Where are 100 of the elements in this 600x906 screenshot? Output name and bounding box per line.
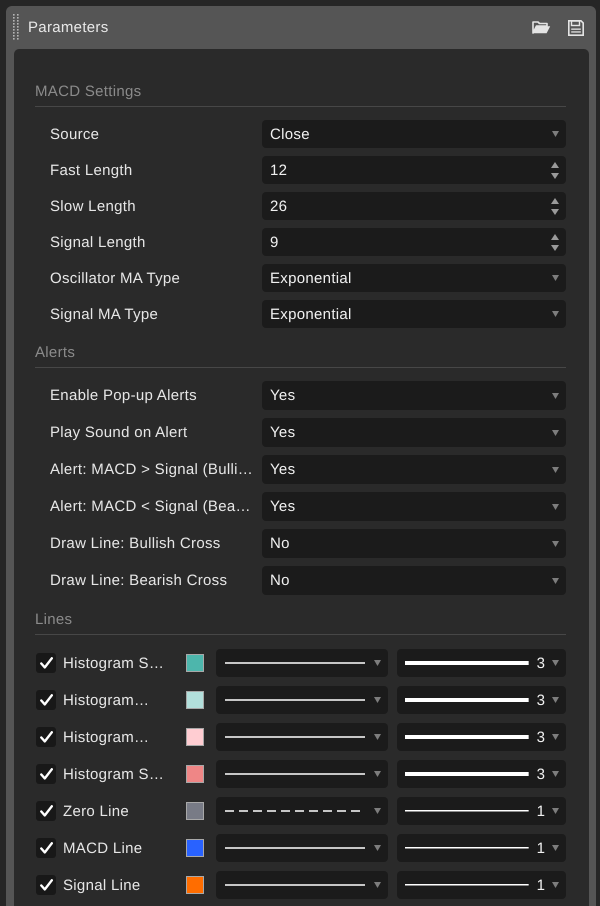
swatch-icon[interactable] [186,839,204,857]
swatch-icon[interactable] [186,691,204,709]
field-label: Signal MA Type [50,306,158,322]
caret-icon [552,882,559,888]
field-label: Alert: MACD < Signal (Bea… [50,498,251,515]
checkmark-icon [40,731,52,743]
caret-icon [552,578,559,584]
field-label: Enable Pop-up Alerts [50,387,197,404]
checkmark-icon [40,657,52,669]
select-dropdown[interactable]: Yes [262,492,566,521]
select-dropdown[interactable]: Yes [262,418,566,447]
checkmark-icon [40,768,52,780]
caret-icon [552,540,559,546]
checkmark-icon [40,694,52,706]
field-label: Slow Length [50,198,136,214]
checkmark-icon [40,805,52,817]
caret-icon [552,697,559,703]
caret-icon [374,734,381,740]
line-preview-icon [405,661,529,665]
line-label: Histogram… [63,728,150,746]
swatch-icon[interactable] [186,728,204,746]
select-dropdown[interactable]: Close [262,120,566,148]
line-preview-icon [405,698,529,702]
caret-icon [552,771,559,777]
line-style-dropdown[interactable] [216,649,388,677]
line-preview-icon [405,772,529,776]
checkbox[interactable] [36,875,56,895]
line-label: Histogram S… [63,766,164,782]
caret-icon [552,845,559,851]
caret-icon [552,392,559,398]
line-preview-icon [405,810,529,812]
checkbox[interactable] [36,801,56,821]
caret-icon [552,734,559,740]
line-width-dropdown[interactable]: 3 [397,649,566,677]
line-width-dropdown[interactable]: 3 [397,760,566,788]
caret-icon [552,808,559,814]
line-style-dropdown[interactable] [216,686,388,714]
caret-icon [374,845,381,851]
swatch-icon[interactable] [186,802,204,820]
line-style-dropdown[interactable] [216,834,388,862]
stepper-icon[interactable] [551,198,559,214]
checkmark-icon [40,842,52,854]
number-input[interactable]: 12 [262,156,566,184]
line-label: Zero Line [63,802,130,820]
field-label: Oscillator MA Type [50,270,180,286]
checkbox[interactable] [36,727,56,747]
caret-icon [374,771,381,777]
stepper-icon[interactable] [551,234,559,250]
caret-icon [552,311,559,317]
number-input[interactable]: 9 [262,228,566,256]
caret-icon [552,466,559,472]
line-width-dropdown[interactable]: 3 [397,723,566,751]
caret-icon [374,660,381,666]
line-width-dropdown[interactable]: 1 [397,797,566,825]
select-dropdown[interactable]: Yes [262,381,566,410]
field-label: Signal Length [50,234,146,250]
caret-icon [374,808,381,814]
caret-icon [552,275,559,281]
line-label: Signal Line [63,876,141,894]
caret-icon [552,504,559,510]
number-input[interactable]: 26 [262,192,566,220]
line-label: Histogram… [63,692,150,708]
field-label: Alert: MACD > Signal (Bulli… [50,461,254,478]
checkbox[interactable] [36,653,56,673]
select-dropdown[interactable]: No [262,566,566,595]
grip-icon[interactable] [13,14,19,41]
folder-icon[interactable] [532,21,551,34]
line-label: Histogram S… [63,654,164,672]
swatch-icon[interactable] [186,654,204,672]
line-style-dropdown[interactable] [216,723,388,751]
caret-icon [552,131,559,137]
swatch-icon[interactable] [186,876,204,894]
line-width-dropdown[interactable]: 3 [397,686,566,714]
line-label: MACD Line [63,840,142,856]
section-heading: Alerts [35,344,76,361]
line-style-dropdown[interactable] [216,871,388,899]
select-dropdown[interactable]: Exponential [262,300,566,328]
checkbox[interactable] [36,764,56,784]
caret-icon [374,882,381,888]
caret-icon [552,660,559,666]
caret-icon [374,697,381,703]
checkbox[interactable] [36,690,56,710]
select-dropdown[interactable]: Exponential [262,264,566,292]
field-label: Fast Length [50,162,133,178]
save-icon[interactable] [568,20,584,36]
line-style-dropdown[interactable] [216,760,388,788]
section-heading: Lines [35,611,72,628]
line-width-dropdown[interactable]: 1 [397,871,566,899]
stepper-icon[interactable] [551,162,559,178]
line-width-dropdown[interactable]: 1 [397,834,566,862]
select-dropdown[interactable]: No [262,529,566,558]
swatch-icon[interactable] [186,765,204,783]
line-preview-icon [405,884,529,886]
field-label: Source [50,126,100,142]
select-dropdown[interactable]: Yes [262,455,566,484]
checkbox[interactable] [36,838,56,858]
field-label: Play Sound on Alert [50,424,188,441]
line-preview-icon [405,847,529,849]
caret-icon [552,430,559,436]
checkmark-icon [40,879,52,891]
